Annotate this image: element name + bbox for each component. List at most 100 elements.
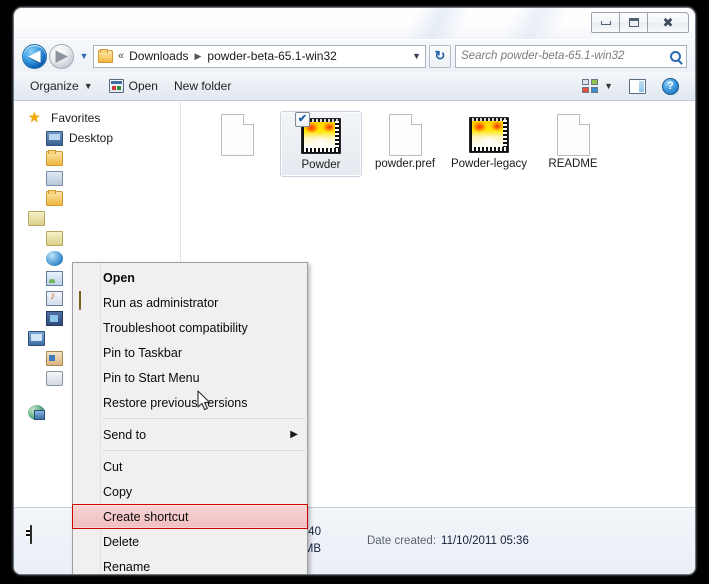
new-folder-button[interactable]: New folder: [166, 75, 239, 97]
menu-item-troubleshoot-compatibility[interactable]: Troubleshoot compatibility: [73, 315, 307, 340]
preview-pane-button[interactable]: [621, 75, 654, 97]
menu-item-copy[interactable]: Copy: [73, 479, 307, 504]
menu-item-pin-to-taskbar[interactable]: Pin to Taskbar: [73, 340, 307, 365]
document-icon: [388, 114, 422, 156]
file-name: powder.pref: [374, 158, 436, 170]
recent-places-icon: [46, 170, 63, 186]
menu-item-run-as-administrator[interactable]: Run as administrator: [73, 290, 307, 315]
context-menu[interactable]: Open Run as administrator Troubleshoot c…: [72, 262, 308, 574]
network-icon: [28, 404, 45, 420]
breadcrumb-item-downloads[interactable]: Downloads: [129, 49, 188, 63]
file-item-readme[interactable]: README: [532, 111, 614, 177]
powder-icon-top-border: [472, 118, 506, 121]
minimize-button[interactable]: [591, 12, 620, 33]
menu-item-label: Open: [103, 270, 135, 285]
back-arrow-icon: ◀: [28, 47, 41, 65]
chevron-down-icon: ▼: [83, 81, 93, 91]
sidebar-item-favorites[interactable]: ★ Favorites: [14, 108, 180, 128]
folder-icon: [46, 149, 63, 166]
menu-item-label: Create shortcut: [103, 509, 189, 524]
file-item-powder[interactable]: ✔ Powder: [280, 111, 362, 177]
file-thumbnail: [382, 114, 428, 156]
chevron-down-icon: ▼: [604, 81, 613, 91]
submenu-arrow-icon: ▶: [290, 429, 298, 440]
maximize-icon: [628, 18, 639, 27]
command-bar-right: ▼ ?: [574, 75, 687, 97]
details-date-created-block: Date created: 11/10/2011 05:36: [367, 533, 529, 550]
preview-pane-icon: [629, 78, 646, 94]
file-item-powder-pref[interactable]: powder.pref: [364, 111, 446, 177]
sidebar-item-libraries[interactable]: [14, 208, 180, 228]
breadcrumb-separator-icon[interactable]: ▶: [195, 51, 202, 62]
file-item-powder-legacy[interactable]: Powder-legacy: [448, 111, 530, 177]
details-thumbnail: [26, 524, 64, 557]
file-thumbnail: [466, 115, 512, 155]
maximize-button[interactable]: [619, 12, 648, 33]
music-icon: [46, 290, 63, 306]
sidebar-item-recent-places[interactable]: [14, 168, 180, 188]
recent-locations-button[interactable]: ▼: [77, 51, 91, 61]
powder-app-icon: [26, 524, 32, 544]
menu-item-rename[interactable]: Rename: [73, 554, 307, 574]
search-input[interactable]: Search powder-beta-65.1-win32: [461, 50, 670, 62]
file-thumbnail: [550, 114, 596, 156]
breadcrumb-overflow-icon[interactable]: «: [118, 50, 124, 62]
details-date-created-value: 11/10/2011 05:36: [441, 534, 529, 547]
powder-icon-bottom-border: [304, 148, 338, 152]
pictures-icon: [46, 270, 63, 286]
menu-item-cut[interactable]: Cut: [73, 454, 307, 479]
minimize-icon: [600, 20, 611, 25]
details-date-created-row: Date created: 11/10/2011 05:36: [367, 533, 529, 550]
help-button[interactable]: ?: [654, 75, 687, 97]
powder-icon-side-border: [503, 120, 507, 147]
forward-button[interactable]: ▶: [49, 43, 74, 69]
libraries-icon: [28, 210, 45, 226]
sidebar-item-documents[interactable]: [14, 228, 180, 248]
menu-item-send-to[interactable]: Send to ▶: [73, 422, 307, 447]
chevron-down-icon: ▼: [79, 51, 89, 61]
breadcrumb-item-current[interactable]: powder-beta-65.1-win32: [207, 49, 336, 63]
sidebar-item-desktop[interactable]: Desktop: [14, 128, 180, 148]
open-label: Open: [128, 79, 158, 93]
menu-item-label: Pin to Start Menu: [103, 370, 200, 385]
application-icon: [108, 79, 124, 93]
uac-shield-icon: [79, 291, 96, 310]
menu-item-pin-to-start-menu[interactable]: Pin to Start Menu: [73, 365, 307, 390]
menu-item-open[interactable]: Open: [73, 265, 307, 290]
title-bar: ✖: [14, 8, 695, 40]
menu-item-label: Troubleshoot compatibility: [103, 320, 248, 335]
sidebar-item-label: Desktop: [69, 131, 114, 145]
menu-separator: [103, 450, 305, 451]
menu-item-label: Cut: [103, 459, 123, 474]
menu-item-label: Copy: [103, 484, 133, 499]
change-view-button[interactable]: ▼: [574, 75, 621, 97]
file-grid: ✔ Powder powder.pref Powder-legacy READM…: [196, 111, 695, 177]
globe-icon: [46, 250, 63, 266]
details-date-created-label: Date created:: [366, 534, 437, 547]
folder-icon: [98, 48, 113, 63]
search-icon: [670, 50, 681, 62]
search-box[interactable]: Search powder-beta-65.1-win32: [455, 44, 687, 68]
close-button[interactable]: ✖: [647, 12, 689, 33]
menu-item-delete[interactable]: Delete: [73, 529, 307, 554]
menu-item-restore-previous-versions[interactable]: Restore previous versions: [73, 390, 307, 415]
address-bar-row: ◀ ▶ ▼ « Downloads ▶ powder-beta-65.1-win…: [14, 40, 695, 72]
file-checkbox[interactable]: ✔: [295, 112, 310, 127]
file-name: README: [548, 158, 598, 170]
explorer-window: ✖ ◀ ▶ ▼ « Downloads ▶ powder-beta-65.1-w…: [13, 7, 696, 575]
organize-button[interactable]: Organize ▼: [22, 75, 101, 97]
chevron-down-icon[interactable]: ▼: [404, 51, 421, 61]
local-disk-icon: [46, 370, 63, 386]
sidebar-item-folder[interactable]: [14, 188, 180, 208]
new-folder-label: New folder: [173, 79, 232, 93]
sidebar-item-downloads[interactable]: [14, 148, 180, 168]
menu-item-label: Delete: [103, 534, 140, 549]
refresh-button[interactable]: ↻: [429, 44, 451, 68]
back-button[interactable]: ◀: [22, 43, 47, 69]
close-icon: ✖: [662, 15, 674, 30]
open-button[interactable]: Open: [101, 75, 166, 97]
file-item[interactable]: [196, 111, 278, 177]
menu-item-create-shortcut[interactable]: Create shortcut: [72, 504, 308, 529]
menu-item-label: Run as administrator: [103, 295, 219, 310]
breadcrumb[interactable]: « Downloads ▶ powder-beta-65.1-win32 ▼: [93, 44, 426, 68]
